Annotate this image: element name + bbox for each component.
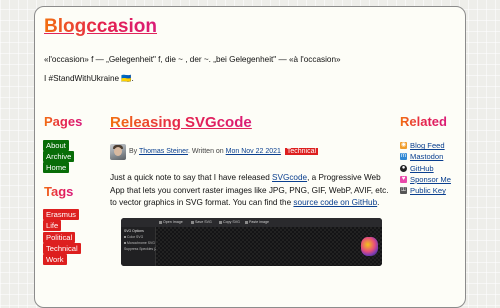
svgcode-logo-icon — [361, 237, 378, 256]
tag-erasmus-link[interactable]: Erasmus — [43, 209, 79, 220]
related-item-public-key[interactable]: ⚿ Public Key — [400, 185, 451, 196]
intro-text-3: . — [377, 198, 380, 208]
tag-political-link[interactable]: Political — [43, 232, 76, 243]
tag-technical-link[interactable]: Technical — [43, 243, 81, 254]
related-item-label[interactable]: Sponsor Me — [410, 175, 451, 184]
screenshot-save-svg: Save SVG — [191, 220, 212, 224]
author-link[interactable]: Thomas Steiner — [139, 148, 188, 155]
ukraine-statement: I #StandWithUkraine 🇺🇦. — [44, 74, 134, 83]
key-icon: ⚿ — [400, 187, 407, 195]
site-title-link[interactable]: Blogccasion — [44, 16, 157, 38]
screenshot-options-panel: SVG Options Color SVG Monochrome SVG Sup… — [121, 227, 168, 266]
post-date-link[interactable]: Mon Nov 22 2021 — [226, 148, 281, 155]
screenshot-copy-svg: Copy SVG — [219, 220, 240, 224]
author-avatar — [110, 144, 126, 160]
related-heading: Related — [400, 114, 447, 129]
nav-about-link[interactable]: About — [43, 140, 69, 151]
heart-icon: ♥ — [400, 176, 407, 184]
related-item-label[interactable]: Mastodon — [410, 152, 443, 161]
related-item-label[interactable]: Blog Feed — [410, 141, 445, 150]
screenshot-open-image: Open Image — [159, 220, 183, 224]
tag-work-link[interactable]: Work — [43, 254, 67, 265]
rss-icon: ◉ — [400, 142, 407, 150]
tag-life-link[interactable]: Life — [43, 220, 62, 231]
screenshot-canvas — [156, 227, 382, 266]
source-code-link[interactable]: source code on GitHub — [293, 198, 377, 207]
site-tagline: «l'occasion» f — „Gelegenheit" f, die ~ … — [44, 55, 341, 64]
related-item-github[interactable]: ● GitHub — [400, 163, 451, 174]
tags-heading: Tags — [44, 184, 74, 199]
related-item-sponsor[interactable]: ♥ Sponsor Me — [400, 174, 451, 185]
screenshot-panel-heading: SVG Options — [124, 229, 144, 233]
github-icon: ● — [400, 164, 407, 172]
byline-written: . Written on — [188, 148, 224, 155]
related-item-blog-feed[interactable]: ◉ Blog Feed — [400, 140, 451, 151]
screenshot-panel-color: Color SVG — [124, 235, 143, 239]
screenshot-panel-mono: Monochrome SVG — [124, 241, 155, 245]
post-tag-badge[interactable]: Technical — [284, 148, 319, 155]
svgcode-link[interactable]: SVGcode — [272, 173, 307, 182]
post-byline: By Thomas Steiner. Written on Mon Nov 22… — [129, 148, 319, 155]
post-title-link[interactable]: Releasing SVGcode — [110, 114, 252, 131]
related-item-mastodon[interactable]: m Mastodon — [400, 151, 451, 162]
pages-heading: Pages — [44, 114, 83, 129]
related-item-label[interactable]: Public Key — [410, 186, 446, 195]
byline-by: By — [129, 148, 138, 155]
nav-archive-link[interactable]: Archive — [43, 151, 75, 162]
related-list: ◉ Blog Feed m Mastodon ● GitHub ♥ Sponso… — [400, 140, 451, 196]
post-intro: Just a quick note to say that I have rel… — [110, 172, 393, 210]
nav-home-link[interactable]: Home — [43, 162, 70, 173]
related-item-label[interactable]: GitHub — [410, 164, 434, 173]
intro-text-1: Just a quick note to say that I have rel… — [110, 173, 273, 182]
svgcode-screenshot: Open Image Save SVG Copy SVG Paste image… — [121, 218, 382, 266]
mastodon-icon: m — [400, 153, 407, 161]
avatar-face — [114, 147, 122, 156]
screenshot-paste-image: Paste image — [245, 220, 269, 224]
